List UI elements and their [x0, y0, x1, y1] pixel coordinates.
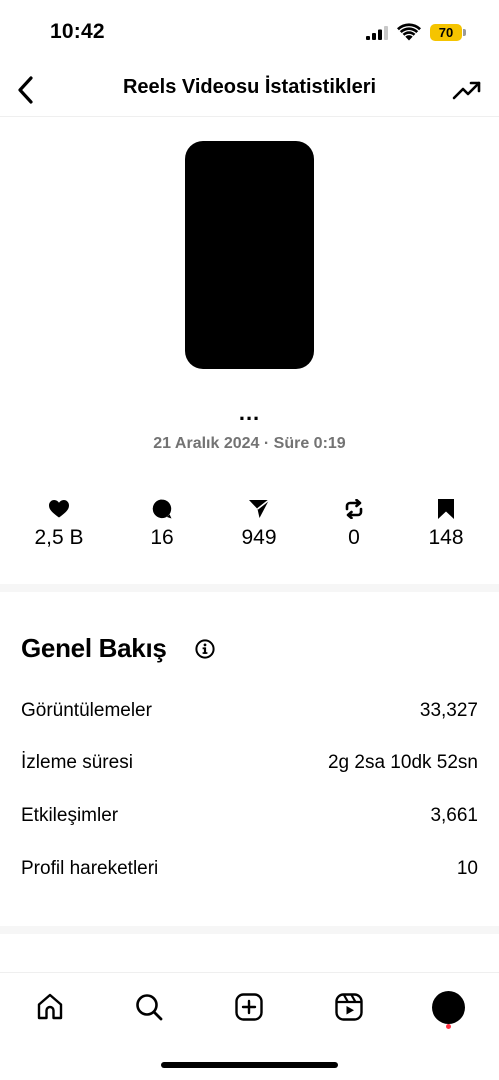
shares-count: 949: [241, 526, 277, 549]
repost-icon: [345, 499, 363, 519]
metric-value: 33,327: [419, 700, 478, 721]
metric-row-watch-time: İzleme süresi 2g 2sa 10dk 52sn: [21, 748, 478, 778]
metric-label: Etkileşimler: [21, 805, 119, 826]
metric-row-interactions: Etkileşimler 3,661: [21, 801, 478, 831]
stat-likes: 2,5 B: [14, 498, 104, 550]
create-icon: [235, 993, 263, 1021]
stat-comments: 16: [117, 498, 207, 550]
status-time: 10:42: [50, 20, 105, 43]
post-meta: 21 Aralık 2024 · Süre 0:19: [153, 435, 346, 452]
tab-create[interactable]: [231, 989, 267, 1025]
notification-dot: [446, 1024, 451, 1029]
metric-label: Profil hareketleri: [21, 858, 159, 879]
metric-label: İzleme süresi: [21, 752, 133, 773]
metric-value: 2g 2sa 10dk 52sn: [327, 752, 478, 773]
metric-row-profile-activity: Profil hareketleri 10: [21, 854, 478, 884]
heart-icon: [49, 500, 69, 518]
tab-profile[interactable]: [430, 989, 466, 1025]
metric-value: 10: [456, 858, 478, 879]
metric-value: 3,661: [430, 805, 478, 826]
comment-icon: [152, 499, 172, 519]
tab-home[interactable]: [32, 989, 68, 1025]
metric-row-views: Görüntülemeler 33,327: [21, 696, 478, 726]
more-options-button[interactable]: ...: [0, 402, 499, 424]
profile-avatar: [431, 990, 465, 1024]
tab-search[interactable]: [131, 989, 167, 1025]
stat-saves: 148: [401, 498, 491, 550]
stats-row: 2,5 B 16 949 0 148: [0, 498, 499, 558]
reels-icon: [335, 993, 363, 1021]
stat-reposts: 0: [309, 498, 399, 550]
likes-count: 2,5 B: [34, 526, 84, 549]
tab-bar: [0, 972, 499, 1043]
info-icon[interactable]: [195, 639, 215, 659]
overview-title: Genel Bakış: [21, 633, 167, 663]
page-title: Reels Videosu İstatistikleri: [122, 76, 377, 98]
trending-up-icon: [452, 81, 481, 100]
status-bar: 10:42 70: [0, 0, 499, 64]
section-divider: [0, 926, 499, 934]
tab-reels[interactable]: [331, 989, 367, 1025]
battery-indicator: 70: [430, 24, 462, 41]
header: Reels Videosu İstatistikleri: [0, 64, 499, 117]
share-icon: [249, 499, 270, 518]
trending-button[interactable]: [451, 74, 483, 106]
section-divider: [0, 584, 499, 592]
save-icon: [438, 499, 454, 519]
cellular-signal-icon: [366, 26, 388, 40]
home-indicator[interactable]: [161, 1062, 338, 1068]
reel-thumbnail[interactable]: [185, 141, 314, 369]
reposts-count: 0: [348, 526, 360, 549]
battery-cap: [463, 29, 466, 36]
search-icon: [136, 994, 163, 1021]
metric-label: Görüntülemeler: [21, 700, 152, 721]
saves-count: 148: [428, 526, 464, 549]
comments-count: 16: [150, 526, 174, 549]
stat-shares: 949: [214, 498, 304, 550]
home-icon: [37, 993, 63, 1020]
wifi-icon: [397, 23, 421, 41]
